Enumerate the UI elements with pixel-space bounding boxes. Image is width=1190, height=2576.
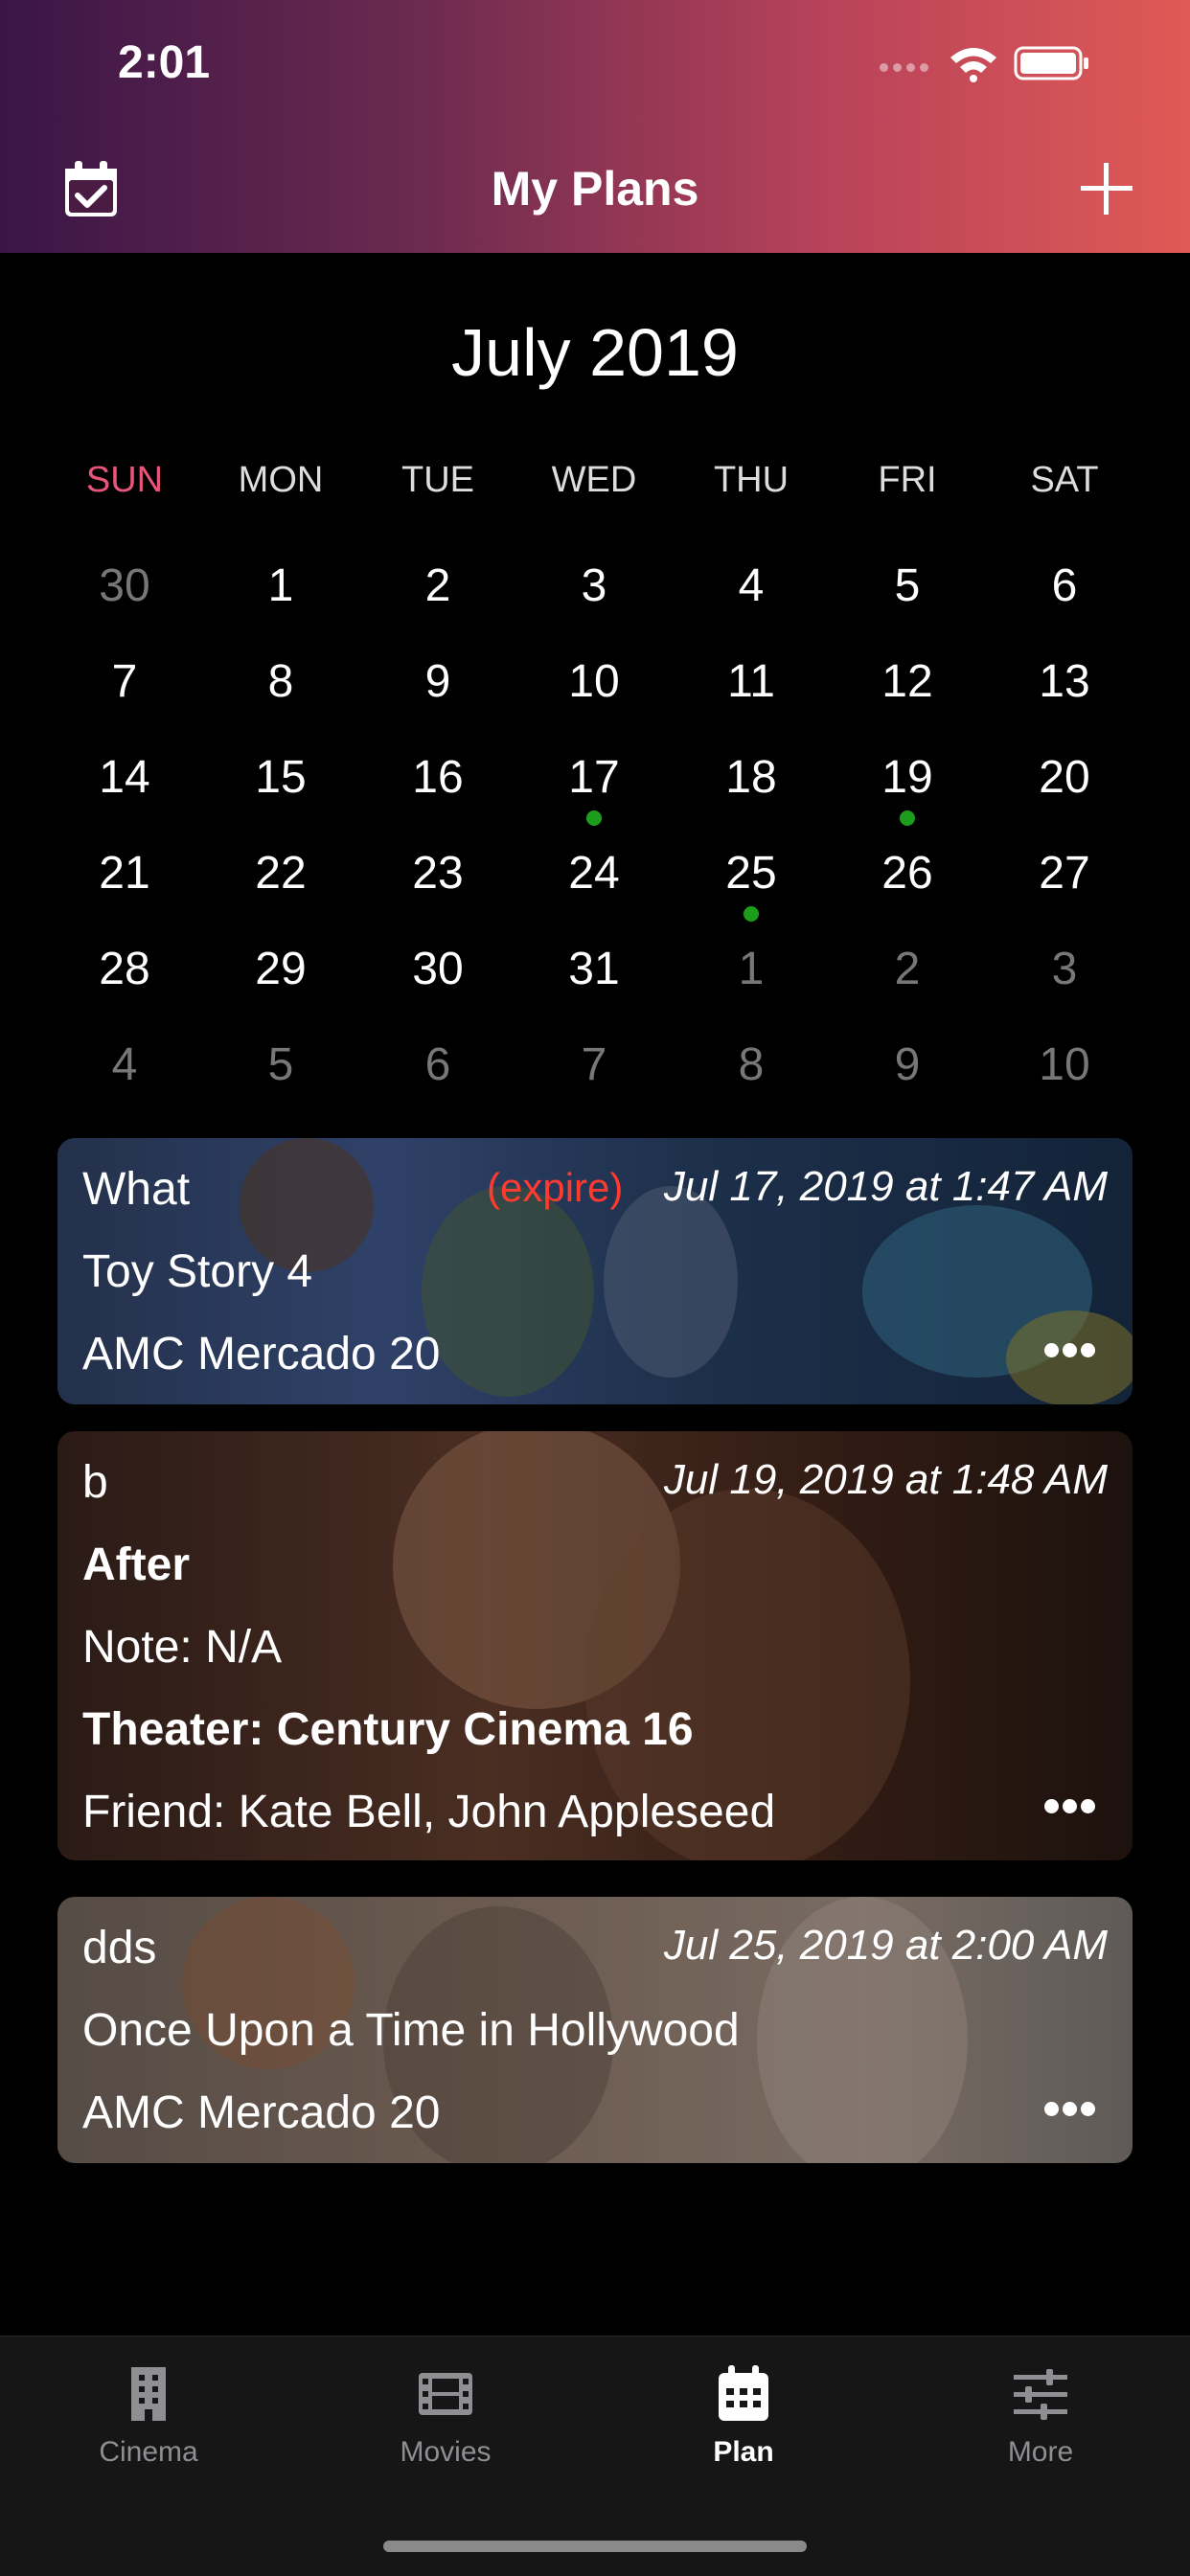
calendar-icon	[719, 2365, 768, 2421]
battery-icon	[1014, 46, 1088, 80]
calendar-day[interactable]: 5	[202, 1038, 359, 1091]
plan-movie: Once Upon a Time in Hollywood	[82, 2005, 740, 2056]
calendar-day[interactable]: 1	[202, 559, 359, 612]
plan-theater: AMC Mercado 20	[82, 2087, 441, 2138]
calendar-day[interactable]: 7	[515, 1038, 673, 1091]
calendar-day[interactable]: 9	[829, 1038, 986, 1091]
calendar-day[interactable]: 8	[202, 655, 359, 708]
calendar-day[interactable]: 1	[673, 943, 830, 995]
tab-more[interactable]: More	[945, 2363, 1136, 2469]
calendar-day[interactable]: 16	[359, 751, 516, 804]
calendar-day[interactable]: 12	[829, 655, 986, 708]
calendar-day[interactable]: 6	[359, 1038, 516, 1091]
plan-card[interactable]: What (expire) Jul 17, 2019 at 1:47 AM To…	[57, 1138, 1133, 1404]
plan-name: What	[82, 1164, 191, 1215]
calendar-day[interactable]: 30	[46, 559, 203, 612]
plan-datetime: Jul 25, 2019 at 2:00 AM	[663, 1922, 1108, 1969]
sliders-icon	[1014, 2369, 1067, 2420]
film-icon	[419, 2373, 472, 2415]
calendar-day[interactable]: 3	[515, 559, 673, 612]
status-time: 2:01	[118, 37, 211, 88]
calendar-day[interactable]: 23	[359, 847, 516, 900]
tab-plan[interactable]: Plan	[648, 2363, 839, 2469]
home-indicator	[383, 2541, 807, 2552]
calendar-day[interactable]: 14	[46, 751, 203, 804]
calendar-day[interactable]: 10	[986, 1038, 1143, 1091]
plan-note: Note: N/A	[82, 1622, 283, 1673]
status-icons	[880, 44, 1129, 82]
plan-datetime: Jul 17, 2019 at 1:47 AM	[663, 1163, 1108, 1210]
plan-card[interactable]: dds Jul 25, 2019 at 2:00 AM Once Upon a …	[57, 1897, 1133, 2163]
nav-header: 2:01 My Plans	[0, 0, 1190, 253]
tab-movies[interactable]: Movies	[350, 2363, 541, 2469]
plan-name: dds	[82, 1923, 157, 1973]
calendar-day[interactable]: 15	[202, 751, 359, 804]
calendar-day[interactable]: 20	[986, 751, 1143, 804]
calendar-day[interactable]: 24	[515, 847, 673, 900]
event-dot	[900, 810, 915, 826]
weekday-label: SAT	[1030, 460, 1099, 500]
calendar-day[interactable]: 27	[986, 847, 1143, 900]
calendar-day[interactable]: 9	[359, 655, 516, 708]
tab-label: Movies	[400, 2436, 492, 2468]
weekday-label: THU	[713, 460, 790, 500]
month-title: July 2019	[451, 315, 739, 390]
plan-movie: Toy Story 4	[82, 1246, 313, 1297]
event-dot	[586, 810, 602, 826]
plan-theater: AMC Mercado 20	[82, 1329, 441, 1379]
calendar-day[interactable]: 2	[359, 559, 516, 612]
weekday-label: TUE	[401, 460, 474, 500]
calendar-day[interactable]: 8	[673, 1038, 830, 1091]
calendar-day[interactable]: 2	[829, 943, 986, 995]
calendar-day[interactable]: 13	[986, 655, 1143, 708]
event-dot	[744, 906, 759, 922]
tab-cinema[interactable]: Cinema	[53, 2363, 244, 2469]
expire-badge: (expire)	[487, 1165, 624, 1210]
calendar-day[interactable]: 25	[673, 847, 830, 900]
calendar-day[interactable]: 30	[359, 943, 516, 995]
more-options-icon[interactable]	[1044, 2102, 1102, 2121]
calendar-day[interactable]: 10	[515, 655, 673, 708]
weekday-label: SUN	[85, 460, 164, 500]
plan-friends: Friend: Kate Bell, John Appleseed	[82, 1787, 776, 1837]
calendar-day[interactable]: 6	[986, 559, 1143, 612]
calendar-day[interactable]: 3	[986, 943, 1143, 995]
building-icon	[131, 2367, 166, 2421]
calendar-day[interactable]: 26	[829, 847, 986, 900]
calendar-day[interactable]: 29	[202, 943, 359, 995]
calendar-day[interactable]: 7	[46, 655, 203, 708]
weekday-label: WED	[551, 460, 637, 500]
plan-movie: After	[82, 1539, 191, 1590]
wifi-icon	[950, 48, 996, 82]
plus-icon[interactable]	[1079, 161, 1134, 217]
calendar-day[interactable]: 18	[673, 751, 830, 804]
page-title: My Plans	[491, 162, 699, 216]
calendar-day[interactable]: 5	[829, 559, 986, 612]
calendar-day[interactable]: 17	[515, 751, 673, 804]
tab-label: Plan	[713, 2436, 774, 2468]
plan-card[interactable]: b Jul 19, 2019 at 1:48 AM After Note: N/…	[57, 1431, 1133, 1860]
more-options-icon[interactable]	[1044, 1799, 1102, 1818]
calendar-day[interactable]: 4	[673, 559, 830, 612]
tab-label: Cinema	[99, 2436, 198, 2468]
calendar-day[interactable]: 11	[673, 655, 830, 708]
tab-label: More	[1007, 2436, 1074, 2468]
calendar-day[interactable]: 31	[515, 943, 673, 995]
weekday-label: MON	[238, 460, 324, 500]
calendar-day[interactable]: 19	[829, 751, 986, 804]
weekday-label: FRI	[878, 460, 937, 500]
plan-name: b	[82, 1457, 108, 1508]
calendar-day[interactable]: 28	[46, 943, 203, 995]
plan-datetime: Jul 19, 2019 at 1:48 AM	[663, 1456, 1108, 1503]
calendar-day[interactable]: 22	[202, 847, 359, 900]
calendar-day[interactable]: 4	[46, 1038, 203, 1091]
plan-theater: Theater: Century Cinema 16	[82, 1704, 694, 1755]
calendar-day[interactable]: 21	[46, 847, 203, 900]
cellular-signal-icon	[880, 59, 933, 72]
more-options-icon[interactable]	[1044, 1343, 1102, 1362]
